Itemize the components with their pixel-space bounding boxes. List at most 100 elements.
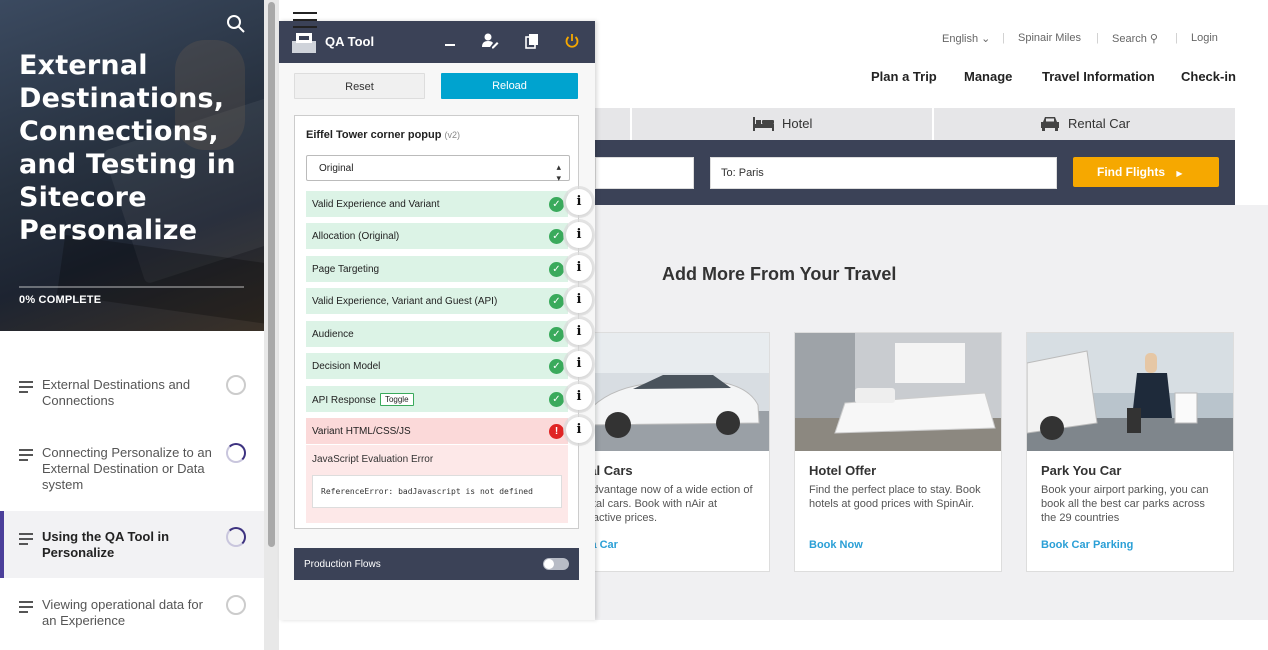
lesson-item[interactable]: Connecting Personalize to an External De… [0,443,264,503]
course-sidebar: External Destinations, Connections, and … [0,0,264,650]
check-row: API Response Toggle ✓ [306,386,568,412]
list-icon [19,533,33,545]
production-flows-label: Production Flows [304,559,381,570]
minimize-icon[interactable] [441,32,459,50]
check-pass-icon: ✓ [549,327,564,342]
select-arrows-icon: ▴ ▾ [556,162,561,183]
card-title: Hotel Offer [809,463,877,478]
language-selector[interactable]: English ⌄ [942,32,990,45]
search-icon: ⚲ [1149,33,1158,45]
info-icon[interactable]: i [566,351,592,377]
qa-tool-title: QA Tool [325,34,375,49]
info-icon[interactable]: i [566,189,592,215]
qa-tool-header: QA Tool [279,21,595,63]
card-body: Find the perfect place to stay. Book hot… [809,484,981,510]
check-pass-icon: ✓ [549,392,564,407]
parking-photo [1027,333,1233,451]
tab-rental-car[interactable]: Rental Car [1068,116,1130,131]
to-field[interactable]: To: Paris [710,157,1057,189]
lesson-label: Connecting Personalize to an External De… [42,445,212,492]
scrollbar-thumb[interactable] [268,2,275,547]
play-arrow-icon: ▶ [1176,169,1183,178]
check-row: Valid Experience and Variant ✓ [306,191,568,217]
check-pass-icon: ✓ [549,197,564,212]
experience-name: Eiffel Tower corner popup (v2) [306,129,461,141]
progress-ring-icon [226,527,246,547]
course-title: External Destinations, Connections, and … [19,50,236,246]
progress-ring-icon [226,443,246,463]
card-body: Book your airport parking, you can book … [1041,484,1209,524]
user-edit-icon[interactable] [481,32,499,50]
lesson-label: External Destinations and Connections [42,377,191,408]
card-title: Park You Car [1041,463,1122,478]
lesson-item-active[interactable]: Using the QA Tool in Personalize [0,511,264,578]
info-icon[interactable]: i [566,287,592,313]
error-details: JavaScript Evaluation Error ReferenceErr… [306,445,568,523]
info-icon[interactable]: i [566,319,592,345]
divider: | [1096,32,1099,44]
course-hero: External Destinations, Connections, and … [0,0,264,331]
hamburger-menu-icon[interactable] [293,12,317,30]
check-row: Decision Model ✓ [306,353,568,379]
search-link[interactable]: Search ⚲ [1112,32,1158,45]
qa-tool-panel: QA Tool Reset Reload Eiffel Tower corner… [279,21,595,620]
lesson-item[interactable]: Viewing operational data for an Experien… [0,595,264,645]
list-icon [19,381,33,393]
divider: | [1002,32,1005,44]
login-link[interactable]: Login [1191,32,1218,44]
car-icon [1041,117,1059,131]
error-title: JavaScript Evaluation Error [312,454,434,465]
toggle-response-button[interactable]: Toggle [379,393,414,406]
check-pass-icon: ✓ [549,229,564,244]
production-flows-bar: Production Flows [294,548,579,580]
parking-card[interactable]: Park You Car Book your airport parking, … [1026,332,1234,572]
qa-tool-logo-icon [292,33,316,53]
info-icon[interactable]: i [566,255,592,281]
check-pass-icon: ✓ [549,262,564,277]
check-pass-icon: ✓ [549,359,564,374]
divider: | [1175,32,1178,44]
course-progress-text: 0% COMPLETE [19,294,102,306]
active-indicator [0,511,4,578]
card-link[interactable]: Book Now [809,539,863,551]
check-pass-icon: ✓ [549,294,564,309]
booking-tabs [595,108,1235,140]
check-row: Audience ✓ [306,321,568,347]
section-title: Add More From Your Travel [662,264,897,284]
nav-check-in[interactable]: Check-in [1181,69,1236,84]
hotel-room-photo [795,333,1001,451]
experience-checks-box: Eiffel Tower corner popup (v2) Original ▴… [294,115,579,529]
progress-ring-icon [226,375,246,395]
hotel-offer-card[interactable]: Hotel Offer Find the perfect place to st… [794,332,1002,572]
info-icon[interactable]: i [566,417,592,443]
check-error-icon: ! [549,424,564,439]
nav-manage[interactable]: Manage [964,69,1012,84]
reload-button[interactable]: Reload [441,73,578,99]
search-icon[interactable] [226,14,246,34]
info-icon[interactable]: i [566,222,592,248]
lesson-label: Viewing operational data for an Experien… [42,597,203,628]
check-row: Valid Experience, Variant and Guest (API… [306,288,568,314]
nav-plan-trip[interactable]: Plan a Trip [871,69,937,84]
power-icon[interactable] [563,32,581,50]
list-icon [19,601,33,613]
nav-travel-info[interactable]: Travel Information [1042,69,1155,84]
variant-select[interactable]: Original ▴ ▾ [306,155,570,183]
info-icon[interactable]: i [566,384,592,410]
list-icon [19,449,33,461]
bed-icon [753,117,774,131]
lesson-label: Using the QA Tool in Personalize [42,529,170,560]
reset-button[interactable]: Reset [294,73,425,99]
find-flights-button[interactable]: Find Flights ▶ [1073,157,1219,187]
error-message: ReferenceError: badJavascript is not def… [312,475,562,508]
progress-ring-icon [226,595,246,615]
miles-link[interactable]: Spinair Miles [1018,32,1081,44]
lesson-item[interactable]: External Destinations and Connections [0,375,264,425]
check-row: Page Targeting ✓ [306,256,568,282]
tab-hotel[interactable]: Hotel [782,116,812,131]
check-row: Allocation (Original) ✓ [306,223,568,249]
production-flows-toggle[interactable] [543,558,569,570]
card-link[interactable]: Book Car Parking [1041,539,1133,551]
copy-icon[interactable] [523,32,541,50]
from-field[interactable] [595,157,694,189]
